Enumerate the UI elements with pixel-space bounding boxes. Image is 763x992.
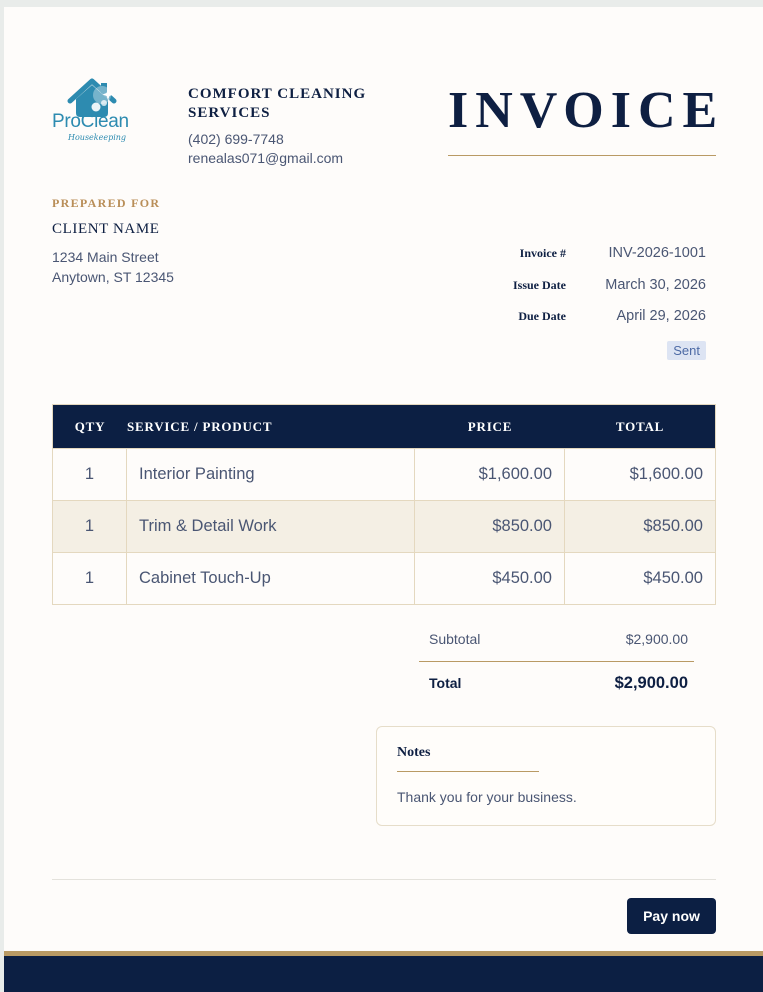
client-address: 1234 Main Street Anytown, ST 12345 [52, 247, 174, 287]
footer-divider [52, 879, 716, 880]
header-price: PRICE [467, 418, 513, 434]
table-row: 1 Interior Painting $1,600.00 $1,600.00 [53, 448, 715, 500]
notes-underline [397, 771, 539, 772]
cell-qty: 1 [53, 501, 127, 552]
meta-value: March 30, 2026 [605, 276, 706, 293]
status-badge: Sent [667, 341, 706, 360]
notes-card: Notes Thank you for your business. [376, 726, 716, 826]
header-service: SERVICE / PRODUCT [127, 418, 273, 434]
invoice-page: ProClean Housekeeping COMFORT CLEANING S… [4, 7, 763, 992]
total-value: $2,900.00 [614, 674, 688, 692]
client-address-line1: 1234 Main Street [52, 249, 159, 265]
logo-tagline: Housekeeping [68, 133, 127, 142]
notes-text: Thank you for your business. [397, 789, 577, 805]
meta-label: Issue Date [513, 277, 566, 292]
table-header: QTY SERVICE / PRODUCT PRICE TOTAL [53, 405, 715, 448]
cell-price: $450.00 [415, 553, 565, 604]
meta-row-due-date: Due Date April 29, 2026 [406, 308, 706, 340]
subtotal-label: Subtotal [429, 631, 481, 647]
cell-total: $450.00 [643, 569, 703, 587]
cell-service: Trim & Detail Work [127, 501, 415, 552]
meta-row-invoice-number: Invoice # INV-2026-1001 [406, 245, 706, 277]
subtotal-value: $2,900.00 [625, 631, 688, 647]
prepared-for-label: PREPARED FOR [52, 196, 161, 210]
document-title: INVOICE [448, 82, 725, 139]
totals-divider [419, 661, 694, 662]
meta-value: April 29, 2026 [616, 308, 706, 324]
total-label: Total [429, 675, 462, 691]
client-address-line2: Anytown, ST 12345 [52, 269, 174, 285]
cell-total: $1,600.00 [629, 465, 703, 483]
header-qty: QTY [74, 418, 106, 434]
meta-label: Due Date [518, 309, 566, 323]
company-name: COMFORT CLEANING SERVICES [188, 86, 367, 121]
meta-value: INV-2026-1001 [608, 245, 706, 261]
cell-service: Cabinet Touch-Up [127, 553, 415, 604]
cell-total: $850.00 [643, 517, 703, 535]
company-phone: (402) 699-7748 [188, 131, 284, 147]
client-name: CLIENT NAME [52, 221, 160, 237]
meta-label: Invoice # [519, 246, 566, 260]
line-items-table: QTY SERVICE / PRODUCT PRICE TOTAL 1 Inte… [52, 404, 716, 605]
invoice-meta: Invoice # INV-2026-1001 Issue Date March… [406, 245, 706, 340]
pay-now-button[interactable]: Pay now [627, 898, 716, 934]
logo-name: ProClean [52, 111, 129, 132]
table-row: 1 Trim & Detail Work $850.00 $850.00 [53, 500, 715, 552]
company-email: renealas071@gmail.com [188, 150, 344, 166]
title-underline [448, 155, 716, 156]
header-total: TOTAL [615, 418, 665, 434]
meta-row-issue-date: Issue Date March 30, 2026 [406, 277, 706, 309]
cell-price: $850.00 [415, 501, 565, 552]
table-row: 1 Cabinet Touch-Up $450.00 $450.00 [53, 552, 715, 604]
cell-service: Interior Painting [127, 449, 415, 500]
total-row: Total $2,900.00 [419, 674, 694, 693]
notes-title: Notes [397, 745, 431, 760]
cell-price: $1,600.00 [415, 449, 565, 500]
cell-qty: 1 [53, 553, 127, 604]
cell-qty: 1 [53, 449, 127, 500]
footer-navy-band [4, 956, 763, 992]
subtotal-row: Subtotal $2,900.00 [419, 625, 694, 647]
company-info: COMFORT CLEANING SERVICES (402) 699-7748… [188, 85, 388, 166]
